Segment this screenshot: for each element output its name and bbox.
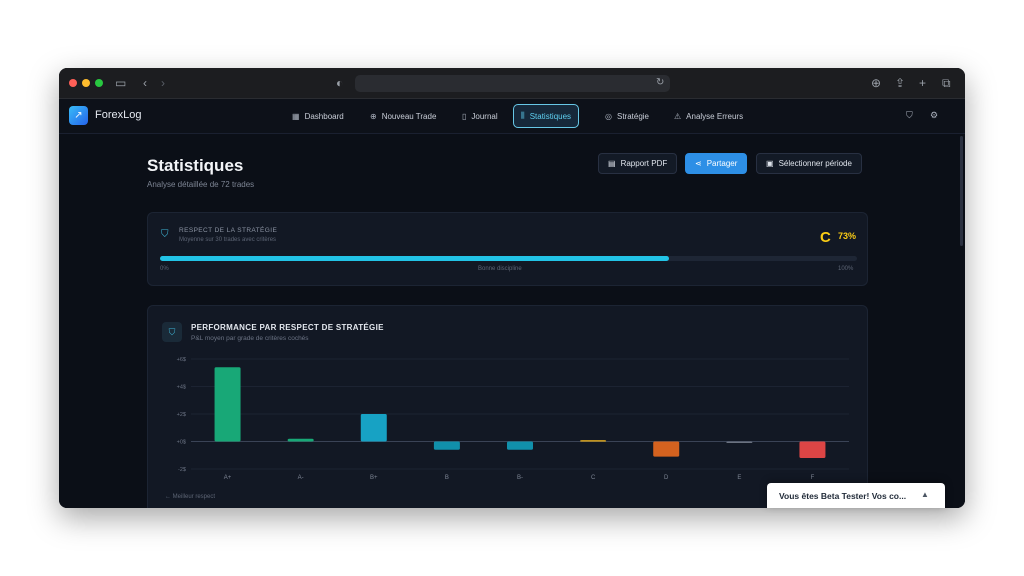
scale-max: 100% <box>838 266 854 272</box>
performance-title: PERFORMANCE PAR RESPECT DE STRATÉGIE <box>191 323 384 332</box>
share-nodes-icon: ⋖ <box>695 159 702 168</box>
beta-tester-toast[interactable]: Vous êtes Beta Tester! Vos co... ▲ <box>767 483 945 508</box>
x-tick-label: E <box>737 475 741 481</box>
x-tick-label: D <box>664 475 669 481</box>
app-navbar: ↗ ForexLog ▦ Dashboard ⊕ Nouveau Trade ▯… <box>59 99 965 134</box>
nav-analyse-erreurs[interactable]: ⚠ Analyse Erreurs <box>667 105 750 127</box>
maximize-window-button[interactable] <box>95 79 103 87</box>
share-label: Partager <box>706 159 738 168</box>
respect-title: RESPECT DE LA STRATÉGIE <box>179 227 278 234</box>
toast-message: Vous êtes Beta Tester! Vos co... <box>779 491 907 501</box>
best-respect-note: ← Meilleur respect <box>165 494 216 500</box>
bar-chart-icon: ⫼ <box>521 111 525 120</box>
y-tick-label: +2$ <box>177 412 186 418</box>
minimize-window-button[interactable] <box>82 79 90 87</box>
respect-progress-fill <box>160 256 669 261</box>
performance-subtitle: P&L moyen par grade de critères cochés <box>191 335 309 342</box>
select-period-button[interactable]: ▣ Sélectionner période <box>756 153 862 174</box>
y-tick-label: +6$ <box>177 357 186 363</box>
brand-logo-icon[interactable]: ↗ <box>69 106 88 125</box>
nav-label: Analyse Erreurs <box>686 111 744 121</box>
bar-d <box>653 441 680 457</box>
file-icon: ▤ <box>608 159 616 168</box>
y-tick-label: +4$ <box>177 385 186 391</box>
respect-progress-track <box>160 256 857 261</box>
select-period-label: Sélectionner période <box>778 159 852 168</box>
bar-e <box>726 441 753 443</box>
performance-card: ⛉ PERFORMANCE PAR RESPECT DE STRATÉGIE P… <box>147 305 868 508</box>
nav-journal[interactable]: ▯ Journal <box>455 105 505 127</box>
bar-c <box>580 440 607 442</box>
shield-check-icon: ⛉ <box>162 322 182 342</box>
respect-percent: 73% <box>838 231 857 241</box>
bar-b- <box>507 441 533 450</box>
nav-label: Journal <box>471 111 498 121</box>
reload-icon[interactable]: ↻ <box>656 76 664 90</box>
browser-toolbar: ▭ ‹ › ◐ ↻ ⊕ ⇪ + ⧉ <box>59 68 965 99</box>
plus-circle-icon: ⊕ <box>370 111 377 121</box>
y-tick-label: +0$ <box>177 440 186 446</box>
nav-label: Stratégie <box>616 111 650 121</box>
bar-b <box>433 441 460 450</box>
expand-caret-icon[interactable]: ▲ <box>921 490 929 499</box>
privacy-shield-icon[interactable]: ◐ <box>336 76 343 90</box>
bar-f <box>799 441 826 458</box>
share-icon[interactable]: ⇪ <box>895 76 905 90</box>
scale-mid: Bonne discipline <box>478 266 522 272</box>
browser-window: ▭ ‹ › ◐ ↻ ⊕ ⇪ + ⧉ ↗ ForexLog ▦ Dashboard… <box>59 68 965 508</box>
forward-icon[interactable]: › <box>161 76 165 90</box>
close-window-button[interactable] <box>69 79 77 87</box>
tab-overview-icon[interactable]: ⧉ <box>942 76 951 90</box>
nav-label: Statistiques <box>529 111 572 121</box>
shield-icon[interactable]: ⛉ <box>906 110 913 121</box>
scale-min: 0% <box>160 266 169 272</box>
pdf-report-label: Rapport PDF <box>620 159 668 168</box>
performance-bar-chart: +6$ +4$ +2$ +0$ -2$ A+ A- B+ B B- C D E F <box>177 357 849 481</box>
book-icon: ▯ <box>462 111 467 121</box>
nav-label: Nouveau Trade <box>381 111 437 121</box>
x-tick-label: F <box>811 475 815 481</box>
x-tick-label: C <box>591 475 596 481</box>
page-scrollbar[interactable] <box>960 136 963 246</box>
nav-statistiques[interactable]: ⫼ Statistiques <box>513 104 580 128</box>
grid-icon: ▦ <box>292 111 300 121</box>
nav-label: Dashboard <box>304 111 344 121</box>
page-subtitle: Analyse détaillée de 72 trades <box>147 180 255 189</box>
calendar-icon: ▣ <box>766 159 774 168</box>
x-tick-label: A- <box>298 475 304 481</box>
bar-a- <box>287 438 314 442</box>
y-tick-label: -2$ <box>178 467 186 473</box>
strategy-respect-card: ⛉ RESPECT DE LA STRATÉGIE Moyenne sur 30… <box>147 212 868 286</box>
x-tick-label: A+ <box>224 475 232 481</box>
gear-icon[interactable]: ⚙ <box>930 110 938 121</box>
shield-check-icon: ⛉ <box>161 229 169 240</box>
sidebar-toggle-icon[interactable]: ▭ <box>115 76 126 90</box>
respect-subtitle: Moyenne sur 30 trades avec critères <box>179 237 277 243</box>
page-title: Statistiques <box>147 156 244 175</box>
download-icon[interactable]: ⊕ <box>871 76 881 90</box>
nav-dashboard[interactable]: ▦ Dashboard <box>285 105 351 127</box>
nav-nouveau-trade[interactable]: ⊕ Nouveau Trade <box>363 105 443 127</box>
share-button[interactable]: ⋖ Partager <box>685 153 748 174</box>
brand-name[interactable]: ForexLog <box>95 109 141 121</box>
x-tick-label: B- <box>517 475 523 481</box>
back-icon[interactable]: ‹ <box>143 76 147 90</box>
grade-letter: C <box>820 229 831 246</box>
bar-b+ <box>360 414 387 442</box>
main-content: Statistiques Analyse détaillée de 72 tra… <box>59 134 965 508</box>
nav-strategie[interactable]: ◎ Stratégie <box>598 105 656 127</box>
pdf-report-button[interactable]: ▤ Rapport PDF <box>598 153 678 174</box>
x-tick-label: B+ <box>370 475 378 481</box>
new-tab-icon[interactable]: + <box>919 76 926 90</box>
warning-icon: ⚠ <box>674 111 682 121</box>
address-bar[interactable] <box>355 75 670 92</box>
target-icon: ◎ <box>605 111 612 121</box>
bar-a+ <box>214 367 241 442</box>
x-tick-label: B <box>445 475 449 481</box>
